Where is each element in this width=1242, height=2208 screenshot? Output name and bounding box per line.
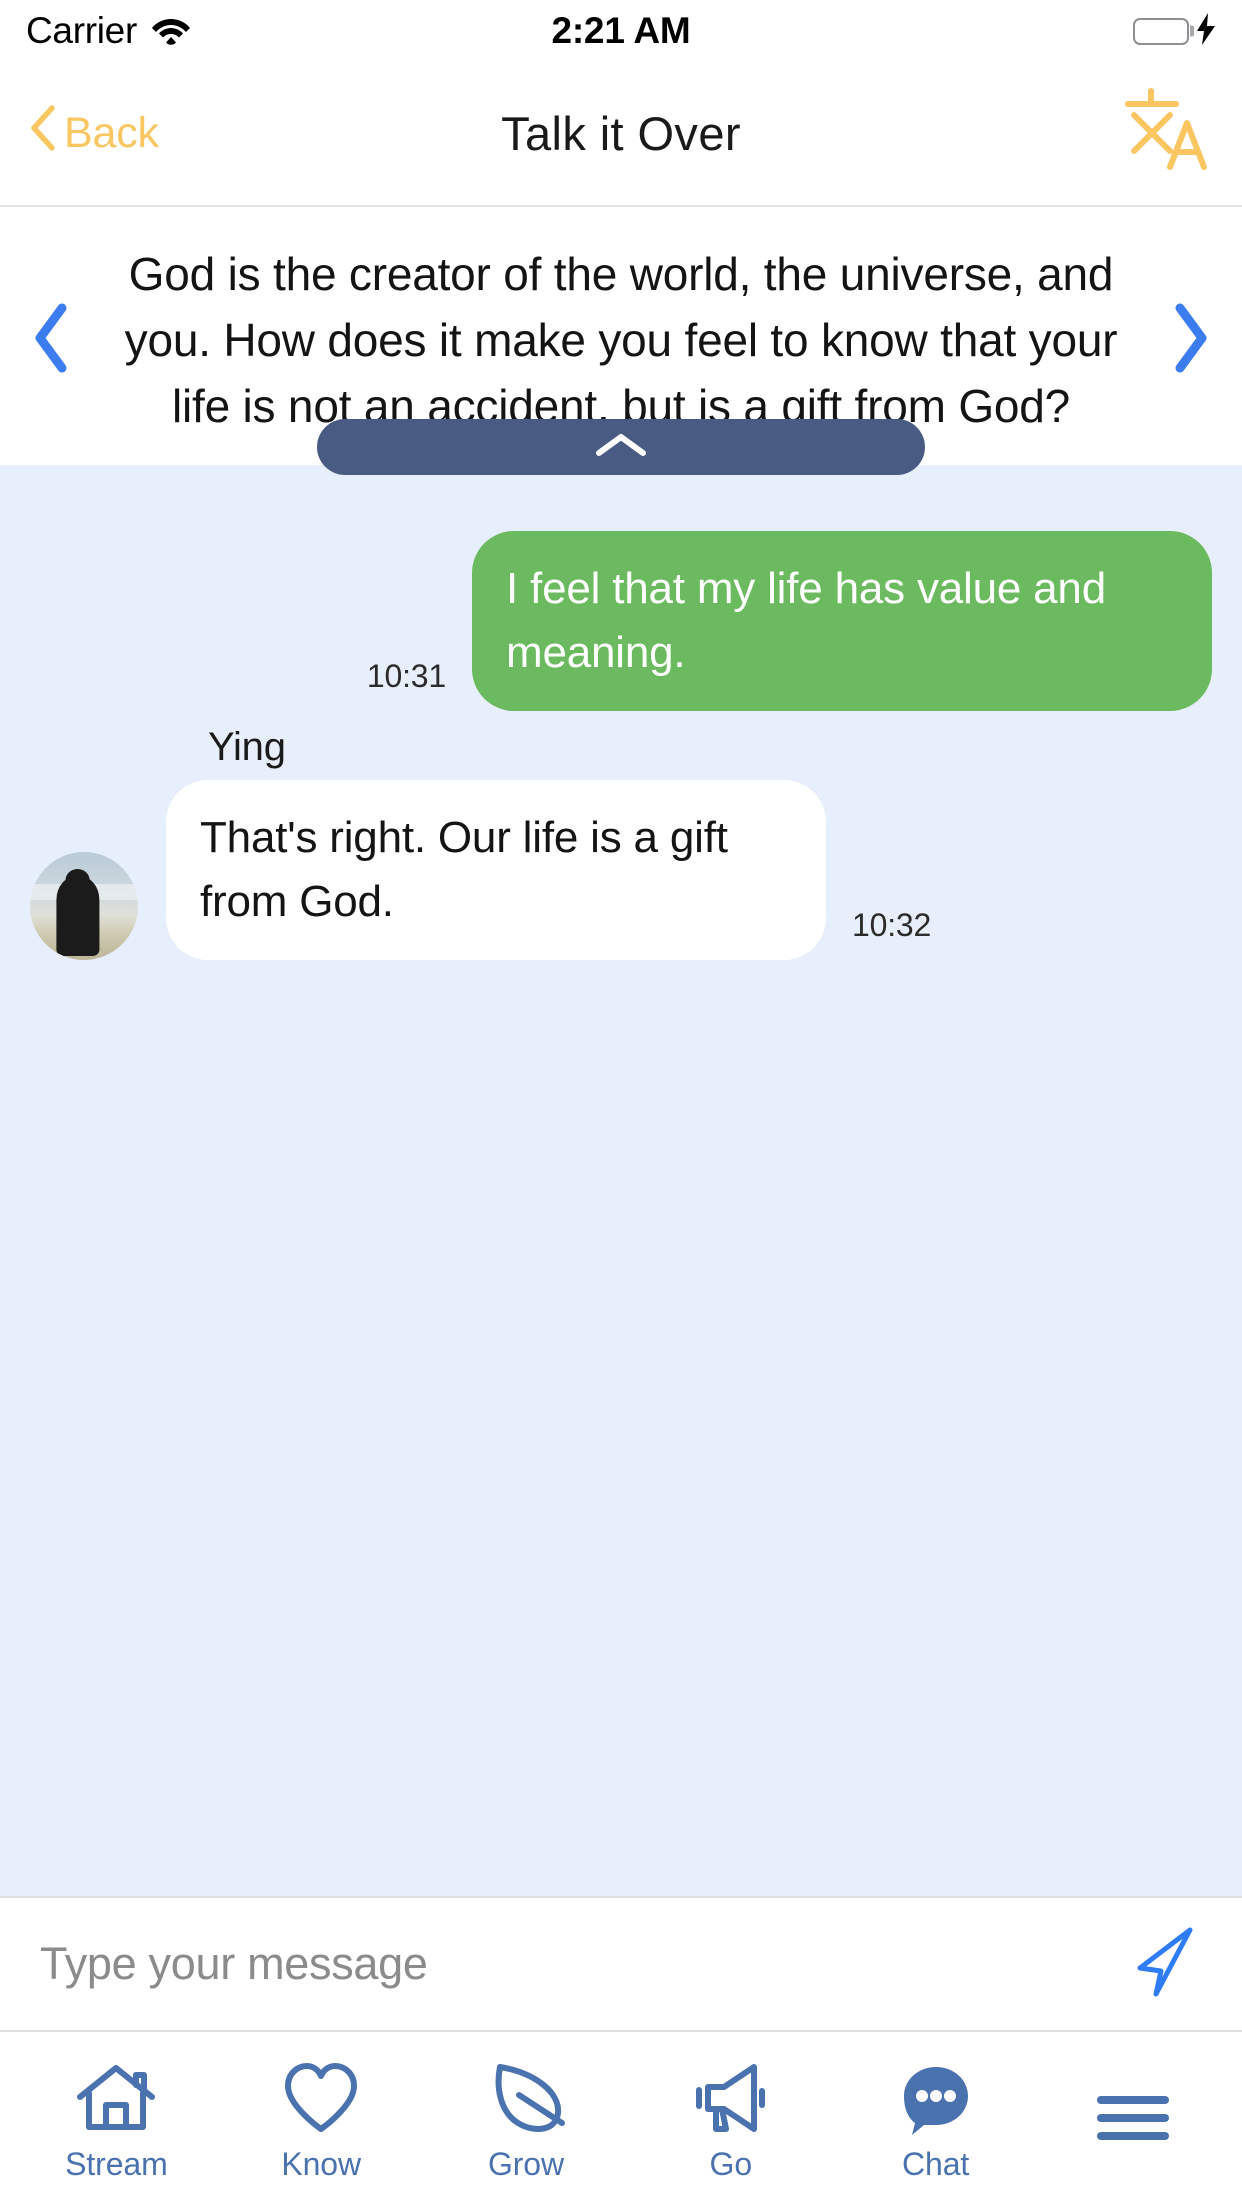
bottom-tab-bar: Stream Know Grow Go Chat xyxy=(0,2032,1242,2208)
status-bar-time: 2:21 AM xyxy=(551,10,691,51)
message-timestamp: 10:31 xyxy=(366,658,446,694)
next-question-button[interactable] xyxy=(1148,302,1234,379)
page-title: Talk it Over xyxy=(501,107,741,160)
translate-button[interactable] xyxy=(1120,87,1212,180)
chat-bubble-dots-icon xyxy=(896,2058,976,2140)
message-bubble-incoming[interactable]: That's right. Our life is a gift from Go… xyxy=(166,780,826,960)
status-bar: Carrier 2:21 AM xyxy=(0,0,1242,62)
status-bar-right xyxy=(1133,12,1216,50)
tab-go[interactable]: Go xyxy=(628,2058,833,2183)
chat-message-incoming: That's right. Our life is a gift from Go… xyxy=(30,780,1212,960)
tab-label-stream: Stream xyxy=(65,2145,168,2182)
tab-chat[interactable]: Chat xyxy=(833,2058,1038,2183)
megaphone-icon xyxy=(688,2058,774,2140)
send-paper-plane-icon xyxy=(1130,1924,1202,2005)
send-button[interactable] xyxy=(1110,1924,1202,2005)
heart-icon xyxy=(281,2058,361,2140)
tab-label-know: Know xyxy=(281,2145,362,2182)
leaf-icon xyxy=(486,2058,566,2140)
person-silhouette-avatar[interactable] xyxy=(30,852,138,960)
home-icon xyxy=(76,2058,156,2140)
tab-know[interactable]: Know xyxy=(219,2058,424,2183)
tab-label-grow: Grow xyxy=(487,2145,565,2182)
back-button[interactable]: Back xyxy=(30,105,159,162)
app-root: Carrier 2:21 AM Back Talk it Over God is… xyxy=(0,0,1242,2208)
chevron-left-icon xyxy=(29,302,73,379)
tab-label-go: Go xyxy=(709,2145,753,2182)
chevron-up-icon xyxy=(594,430,648,465)
tab-grow[interactable]: Grow xyxy=(424,2058,629,2183)
chat-message-incoming-group: Ying That's right. Our life is a gift fr… xyxy=(30,725,1212,960)
lightning-bolt-icon xyxy=(1196,12,1216,50)
previous-question-button[interactable] xyxy=(8,302,94,379)
menu-button[interactable] xyxy=(1038,2091,1228,2150)
translate-icon xyxy=(1120,87,1212,180)
navigation-bar: Back Talk it Over xyxy=(0,62,1242,207)
battery-full-icon xyxy=(1133,17,1189,45)
question-text: God is the creator of the world, the uni… xyxy=(124,248,1118,432)
message-timestamp: 10:32 xyxy=(852,907,932,943)
message-input[interactable] xyxy=(40,1938,1110,1990)
chat-message-outgoing: 10:31 I feel that my life has value and … xyxy=(30,531,1212,711)
message-sender-name: Ying xyxy=(208,725,286,769)
message-bubble-outgoing[interactable]: I feel that my life has value and meanin… xyxy=(472,531,1212,711)
chevron-right-icon xyxy=(1169,302,1213,379)
chevron-left-icon xyxy=(30,105,56,162)
chat-message-list[interactable]: 10:31 I feel that my life has value and … xyxy=(0,465,1242,1896)
tab-label-chat: Chat xyxy=(901,2145,970,2182)
hamburger-menu-icon xyxy=(1096,2091,1170,2150)
message-input-bar xyxy=(0,1896,1242,2032)
back-button-label: Back xyxy=(64,109,159,157)
tab-stream[interactable]: Stream xyxy=(14,2058,219,2183)
collapse-question-handle[interactable] xyxy=(317,419,925,475)
